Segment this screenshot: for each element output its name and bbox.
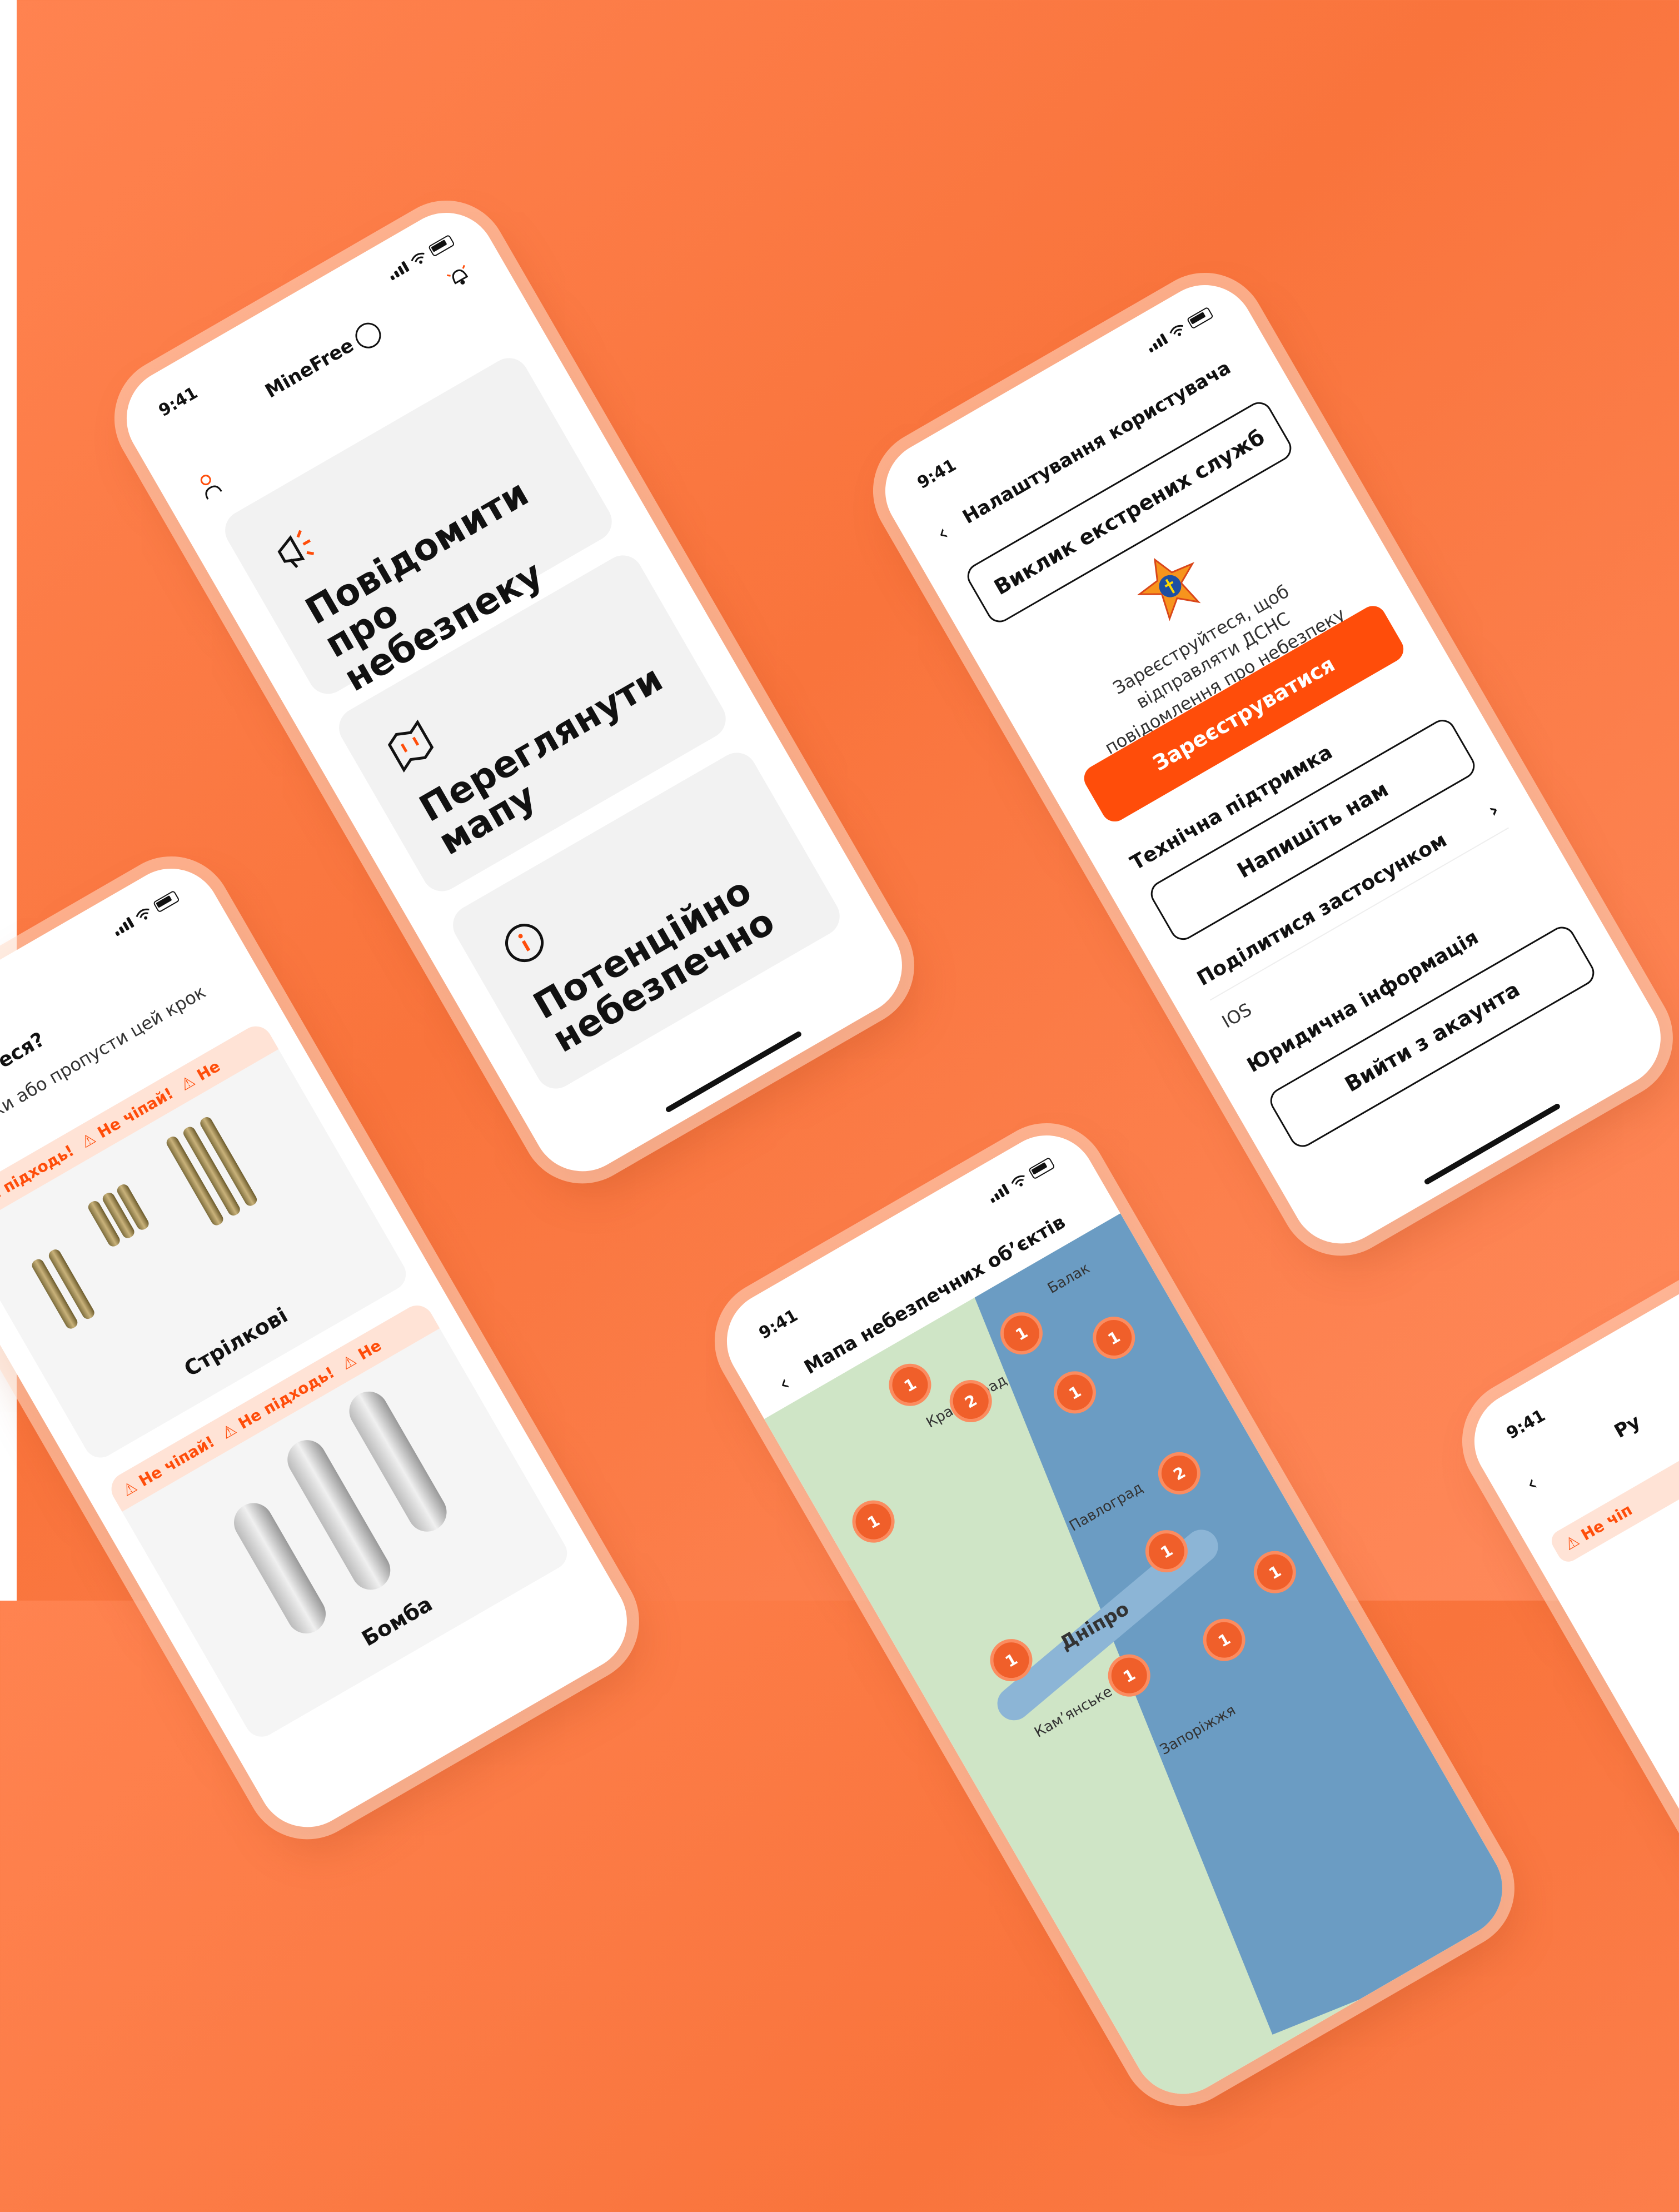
warning-text: ⚠ Не — [177, 1057, 223, 1094]
warning-text: ⚠ Не чіп — [1561, 1500, 1636, 1554]
chevron-right-icon: › — [1484, 798, 1503, 823]
battery-icon — [152, 890, 180, 913]
wifi-icon — [136, 908, 150, 920]
battery-icon — [1028, 1157, 1055, 1180]
hazard-cluster-marker[interactable]: 1 — [844, 1492, 903, 1551]
bomb-image — [227, 1496, 333, 1641]
map-icon — [387, 719, 434, 773]
signal-icon — [987, 1183, 1010, 1203]
wifi-icon — [1011, 1175, 1025, 1187]
status-time: 9:41 — [1503, 1406, 1549, 1443]
hazard-map[interactable]: Красноград Павлоград Дніпро Кам’янське З… — [764, 1213, 1521, 2113]
system-icons — [111, 890, 180, 937]
phone-settings-screen: 9:41 ‹ Налаштування користувача Виклик е… — [867, 267, 1679, 1262]
home-indicator — [665, 1030, 803, 1113]
logo-icon — [351, 318, 386, 353]
phone-guide-screen: 9:41 ‹ Ру ⚠ Не чіп — [1456, 1217, 1679, 2212]
warning-text: ⚠ Не — [338, 1336, 385, 1373]
home-indicator — [1423, 1103, 1561, 1185]
dsns-emblem-icon — [1137, 557, 1201, 621]
status-time: 9:41 — [755, 1306, 801, 1343]
system-icons — [987, 1157, 1055, 1204]
back-chevron-icon[interactable]: ‹ — [1522, 1471, 1542, 1497]
battery-icon — [1186, 306, 1214, 330]
megaphone-icon — [277, 530, 314, 569]
profile-icon[interactable] — [193, 469, 226, 504]
hazard-cluster-marker[interactable]: 1 — [881, 1356, 939, 1414]
info-icon — [505, 924, 544, 963]
phone-map-screen: 9:41 ‹ Мапа небезпечних об’єктів Красног… — [709, 1117, 1521, 2113]
signal-icon — [112, 916, 134, 936]
warning-text: ⚠ Не чіпай! — [77, 1083, 177, 1152]
map-water-area — [960, 1213, 1521, 2035]
warning-text: ⚠ Не чіпай! — [118, 1432, 218, 1500]
wifi-icon — [1169, 325, 1183, 336]
system-icons — [1145, 306, 1214, 353]
signal-icon — [1145, 333, 1168, 353]
platform-label: IOS — [1218, 999, 1255, 1033]
status-time: 9:41 — [155, 383, 201, 421]
status-time: 9:41 — [914, 455, 960, 493]
card-title: Потенційно небезпечно — [526, 869, 782, 1062]
page-title: Ру — [1610, 1410, 1645, 1443]
back-chevron-icon[interactable]: ‹ — [774, 1371, 795, 1397]
status-bar: 9:41 — [1456, 1217, 1679, 1471]
wifi-icon — [411, 252, 425, 264]
battery-icon — [427, 234, 455, 257]
warning-text: ⚠ Не підходь! — [0, 1140, 77, 1220]
signal-icon — [387, 261, 410, 281]
back-chevron-icon[interactable]: ‹ — [933, 520, 953, 547]
